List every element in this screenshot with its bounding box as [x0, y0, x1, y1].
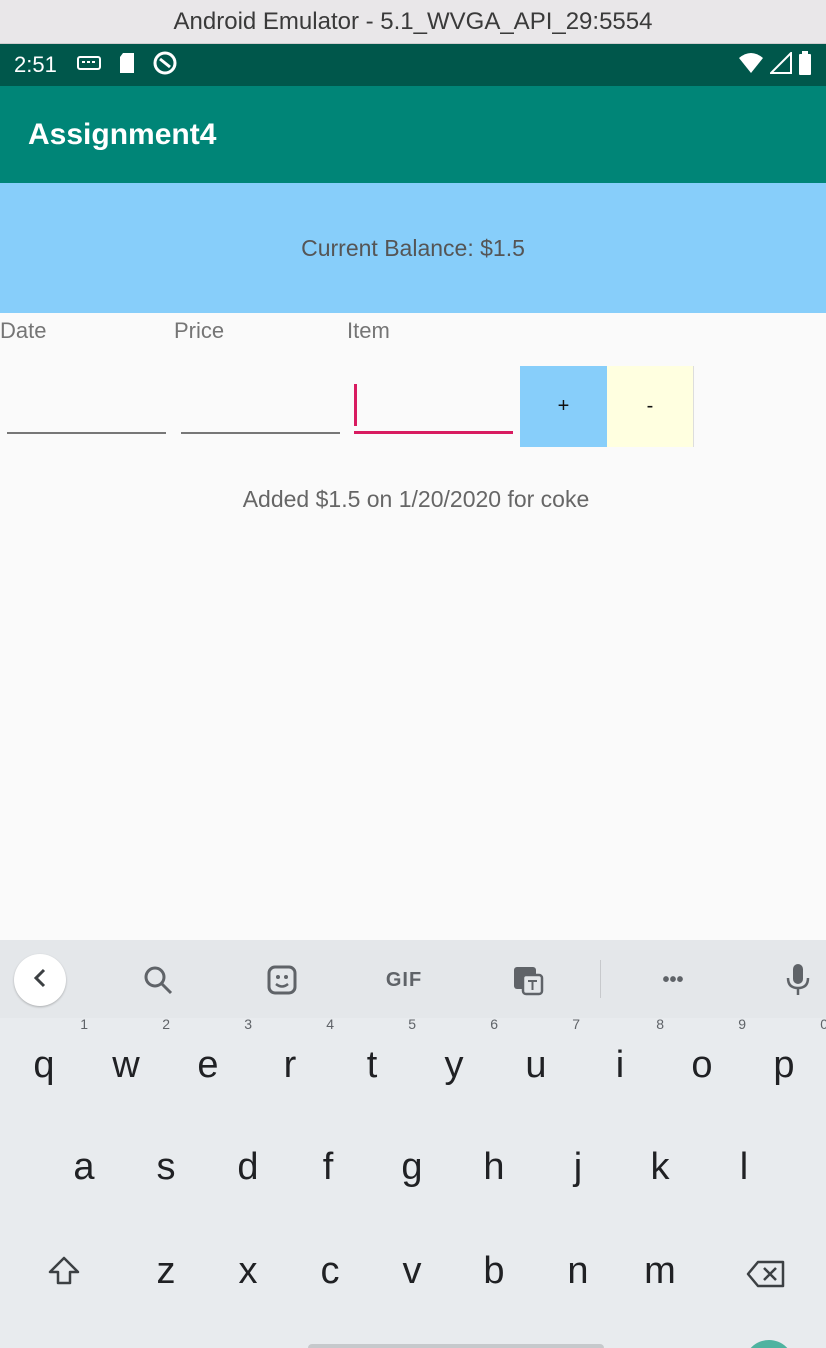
transaction-log: Added $1.5 on 1/20/2020 for coke [242, 486, 590, 512]
price-field[interactable] [181, 372, 340, 434]
price-label: Price [174, 318, 225, 343]
status-bar: 2:51 [0, 44, 826, 86]
key-hint: 7 [572, 1016, 580, 1032]
key-label: o [691, 1044, 713, 1086]
key-hint: 8 [656, 1016, 664, 1032]
item-field[interactable] [354, 372, 513, 434]
key-j[interactable]: j [548, 1146, 608, 1189]
key-d[interactable]: d [218, 1146, 278, 1189]
key-hint: 5 [408, 1016, 416, 1032]
key-e[interactable]: e3 [178, 1016, 252, 1087]
chevron-left-icon [31, 967, 49, 994]
backspace-icon [746, 1256, 786, 1298]
key-y[interactable]: y6 [424, 1016, 499, 1087]
subtract-button[interactable]: - [607, 366, 694, 447]
key-hint: 0 [820, 1016, 826, 1032]
nav-handle [308, 1344, 604, 1348]
key-s[interactable]: s [136, 1146, 196, 1189]
key-label: y [444, 1044, 464, 1086]
toolbar-divider [600, 960, 601, 998]
wifi-icon [738, 52, 764, 79]
sync-icon [153, 51, 177, 80]
key-f[interactable]: f [298, 1146, 358, 1189]
key-i[interactable]: i8 [590, 1016, 664, 1087]
key-g[interactable]: g [382, 1146, 442, 1189]
item-label: Item [347, 318, 390, 343]
key-o[interactable]: o9 [672, 1016, 746, 1087]
key-hint: 4 [326, 1016, 334, 1032]
balance-text: Current Balance: $1.5 [301, 234, 525, 261]
emulator-window: Android Emulator - 5.1_WVGA_API_29:5554 … [0, 0, 826, 1348]
key-label: e [197, 1044, 219, 1086]
key-v[interactable]: v [382, 1250, 442, 1293]
key-l[interactable]: l [714, 1146, 774, 1189]
key-a[interactable]: a [54, 1146, 114, 1189]
key-m[interactable]: m [630, 1250, 690, 1293]
date-label: Date [0, 318, 47, 343]
status-right [738, 50, 812, 80]
key-b[interactable]: b [464, 1250, 524, 1293]
key-q[interactable]: q1 [14, 1016, 88, 1087]
key-label: w [112, 1044, 140, 1086]
battery-icon [798, 50, 812, 80]
key-r[interactable]: r4 [260, 1016, 334, 1087]
key-hint: 3 [244, 1016, 252, 1032]
key-label: p [773, 1044, 795, 1086]
search-icon[interactable] [138, 958, 178, 1002]
key-label: u [525, 1044, 547, 1086]
more-icon[interactable]: ••• [652, 958, 694, 1002]
key-x[interactable]: x [218, 1250, 278, 1293]
key-label: r [283, 1044, 297, 1086]
sticker-icon[interactable] [262, 958, 302, 1002]
translate-icon[interactable] [508, 958, 548, 1002]
gif-button[interactable]: GIF [380, 958, 428, 1002]
date-field[interactable] [7, 372, 166, 434]
status-time: 2:51 [14, 52, 57, 77]
keyboard-back-button[interactable] [14, 954, 66, 1006]
key-label: t [366, 1044, 378, 1086]
key-u[interactable]: u7 [506, 1016, 580, 1087]
key-hint: 1 [80, 1016, 88, 1032]
key-t[interactable]: t5 [342, 1016, 416, 1087]
text-cursor [354, 384, 357, 426]
key-w[interactable]: w2 [96, 1016, 170, 1087]
shift-key[interactable] [34, 1254, 94, 1297]
keyboard-icon [76, 55, 101, 75]
sd-card-icon [117, 52, 137, 79]
key-hint: 2 [162, 1016, 170, 1032]
shift-icon [47, 1254, 81, 1296]
app-title: Assignment4 [28, 117, 217, 151]
backspace-key[interactable] [736, 1256, 796, 1299]
window-title: Android Emulator - 5.1_WVGA_API_29:5554 [0, 0, 826, 44]
key-hint: 9 [738, 1016, 746, 1032]
key-z[interactable]: z [136, 1250, 196, 1293]
key-label: i [615, 1044, 625, 1086]
key-n[interactable]: n [548, 1250, 608, 1293]
add-button[interactable]: + [520, 366, 607, 447]
key-k[interactable]: k [630, 1146, 690, 1189]
key-hint: 6 [490, 1016, 498, 1032]
mic-icon[interactable] [782, 958, 814, 1002]
balance-panel: Current Balance: $1.5 [0, 183, 826, 313]
key-h[interactable]: h [464, 1146, 524, 1189]
signal-icon [768, 50, 792, 79]
app-bar: Assignment4 [0, 86, 826, 183]
key-p[interactable]: p0 [754, 1016, 826, 1087]
key-label: q [33, 1044, 55, 1086]
key-c[interactable]: c [300, 1250, 360, 1293]
